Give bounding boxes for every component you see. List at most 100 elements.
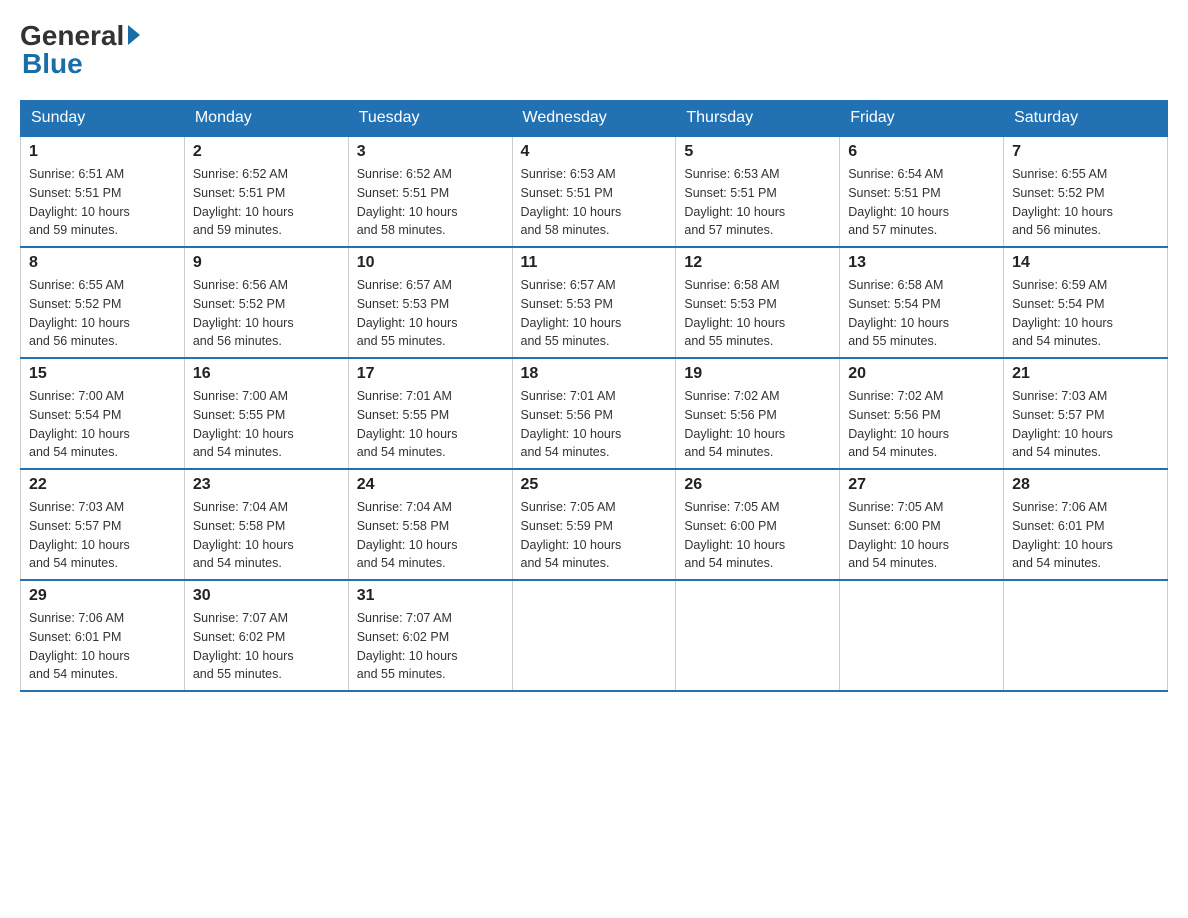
day-info: Sunrise: 7:05 AMSunset: 6:00 PMDaylight:… — [684, 498, 831, 573]
header-saturday: Saturday — [1004, 101, 1168, 137]
day-info: Sunrise: 7:04 AMSunset: 5:58 PMDaylight:… — [193, 498, 340, 573]
week-row-5: 29 Sunrise: 7:06 AMSunset: 6:01 PMDayligh… — [21, 580, 1168, 691]
calendar-cell: 9 Sunrise: 6:56 AMSunset: 5:52 PMDaylight… — [184, 247, 348, 358]
calendar-cell: 26 Sunrise: 7:05 AMSunset: 6:00 PMDayligh… — [676, 469, 840, 580]
day-number: 20 — [848, 365, 995, 383]
calendar-cell: 30Sunrise: 7:07 AMSunset: 6:02 PMDayligh… — [184, 580, 348, 691]
day-number: 19 — [684, 365, 831, 383]
calendar-cell: 5 Sunrise: 6:53 AMSunset: 5:51 PMDaylight… — [676, 136, 840, 247]
week-row-4: 22 Sunrise: 7:03 AMSunset: 5:57 PMDayligh… — [21, 469, 1168, 580]
calendar-cell: 7 Sunrise: 6:55 AMSunset: 5:52 PMDaylight… — [1004, 136, 1168, 247]
calendar-cell: 27Sunrise: 7:05 AMSunset: 6:00 PMDayligh… — [840, 469, 1004, 580]
day-info: Sunrise: 7:03 AMSunset: 5:57 PMDaylight:… — [29, 498, 176, 573]
day-number: 12 — [684, 254, 831, 272]
day-info: Sunrise: 7:00 AMSunset: 5:54 PMDaylight:… — [29, 387, 176, 462]
day-info: Sunrise: 6:57 AMSunset: 5:53 PMDaylight:… — [357, 276, 504, 351]
calendar-cell: 29 Sunrise: 7:06 AMSunset: 6:01 PMDayligh… — [21, 580, 185, 691]
day-info: Sunrise: 6:58 AMSunset: 5:54 PMDaylight:… — [848, 276, 995, 351]
calendar-cell: 12Sunrise: 6:58 AMSunset: 5:53 PMDayligh… — [676, 247, 840, 358]
day-number: 17 — [357, 365, 504, 383]
logo-blue-text: Blue — [22, 48, 83, 80]
day-number: 9 — [193, 254, 340, 272]
calendar-cell: 15 Sunrise: 7:00 AMSunset: 5:54 PMDayligh… — [21, 358, 185, 469]
day-info: Sunrise: 7:06 AMSunset: 6:01 PMDaylight:… — [29, 609, 176, 684]
calendar-cell: 2Sunrise: 6:52 AMSunset: 5:51 PMDaylight… — [184, 136, 348, 247]
day-number: 23 — [193, 476, 340, 494]
calendar-cell: 23 Sunrise: 7:04 AMSunset: 5:58 PMDayligh… — [184, 469, 348, 580]
calendar-cell: 21Sunrise: 7:03 AMSunset: 5:57 PMDayligh… — [1004, 358, 1168, 469]
calendar-cell — [1004, 580, 1168, 691]
calendar-cell: 1 Sunrise: 6:51 AMSunset: 5:51 PMDaylight… — [21, 136, 185, 247]
day-number: 24 — [357, 476, 504, 494]
day-number: 14 — [1012, 254, 1159, 272]
day-number: 28 — [1012, 476, 1159, 494]
day-info: Sunrise: 7:02 AMSunset: 5:56 PMDaylight:… — [684, 387, 831, 462]
week-row-2: 8Sunrise: 6:55 AMSunset: 5:52 PMDaylight… — [21, 247, 1168, 358]
day-number: 31 — [357, 587, 504, 605]
day-info: Sunrise: 7:00 AMSunset: 5:55 PMDaylight:… — [193, 387, 340, 462]
day-info: Sunrise: 7:01 AMSunset: 5:55 PMDaylight:… — [357, 387, 504, 462]
logo-arrow-icon — [128, 25, 140, 45]
calendar-cell — [840, 580, 1004, 691]
day-number: 2 — [193, 143, 340, 161]
day-number: 5 — [684, 143, 831, 161]
header-monday: Monday — [184, 101, 348, 137]
header-thursday: Thursday — [676, 101, 840, 137]
header-wednesday: Wednesday — [512, 101, 676, 137]
day-info: Sunrise: 6:53 AMSunset: 5:51 PMDaylight:… — [521, 165, 668, 240]
calendar-cell — [676, 580, 840, 691]
calendar-cell: 4 Sunrise: 6:53 AMSunset: 5:51 PMDaylight… — [512, 136, 676, 247]
header-sunday: Sunday — [21, 101, 185, 137]
day-number: 11 — [521, 254, 668, 272]
day-number: 8 — [29, 254, 176, 272]
calendar-cell: 31 Sunrise: 7:07 AMSunset: 6:02 PMDayligh… — [348, 580, 512, 691]
calendar-cell: 6Sunrise: 6:54 AMSunset: 5:51 PMDaylight… — [840, 136, 1004, 247]
calendar-cell: 3 Sunrise: 6:52 AMSunset: 5:51 PMDaylight… — [348, 136, 512, 247]
day-info: Sunrise: 7:05 AMSunset: 6:00 PMDaylight:… — [848, 498, 995, 573]
day-info: Sunrise: 7:05 AMSunset: 5:59 PMDaylight:… — [521, 498, 668, 573]
calendar-cell — [512, 580, 676, 691]
day-number: 4 — [521, 143, 668, 161]
day-info: Sunrise: 7:03 AMSunset: 5:57 PMDaylight:… — [1012, 387, 1159, 462]
calendar-cell: 13 Sunrise: 6:58 AMSunset: 5:54 PMDayligh… — [840, 247, 1004, 358]
page-header: General Blue — [20, 20, 1168, 80]
day-info: Sunrise: 7:07 AMSunset: 6:02 PMDaylight:… — [357, 609, 504, 684]
day-number: 15 — [29, 365, 176, 383]
day-number: 16 — [193, 365, 340, 383]
calendar-cell: 8Sunrise: 6:55 AMSunset: 5:52 PMDaylight… — [21, 247, 185, 358]
day-info: Sunrise: 6:53 AMSunset: 5:51 PMDaylight:… — [684, 165, 831, 240]
day-number: 29 — [29, 587, 176, 605]
calendar-cell: 17 Sunrise: 7:01 AMSunset: 5:55 PMDayligh… — [348, 358, 512, 469]
day-info: Sunrise: 7:02 AMSunset: 5:56 PMDaylight:… — [848, 387, 995, 462]
calendar-header-row: SundayMondayTuesdayWednesdayThursdayFrid… — [21, 101, 1168, 137]
calendar-cell: 24Sunrise: 7:04 AMSunset: 5:58 PMDayligh… — [348, 469, 512, 580]
calendar-cell: 11 Sunrise: 6:57 AMSunset: 5:53 PMDayligh… — [512, 247, 676, 358]
day-info: Sunrise: 6:57 AMSunset: 5:53 PMDaylight:… — [521, 276, 668, 351]
calendar-table: SundayMondayTuesdayWednesdayThursdayFrid… — [20, 100, 1168, 692]
calendar-cell: 22 Sunrise: 7:03 AMSunset: 5:57 PMDayligh… — [21, 469, 185, 580]
day-info: Sunrise: 6:59 AMSunset: 5:54 PMDaylight:… — [1012, 276, 1159, 351]
week-row-1: 1 Sunrise: 6:51 AMSunset: 5:51 PMDaylight… — [21, 136, 1168, 247]
day-number: 7 — [1012, 143, 1159, 161]
day-info: Sunrise: 7:01 AMSunset: 5:56 PMDaylight:… — [521, 387, 668, 462]
calendar-cell: 16 Sunrise: 7:00 AMSunset: 5:55 PMDayligh… — [184, 358, 348, 469]
day-info: Sunrise: 6:56 AMSunset: 5:52 PMDaylight:… — [193, 276, 340, 351]
day-info: Sunrise: 6:55 AMSunset: 5:52 PMDaylight:… — [1012, 165, 1159, 240]
calendar-cell: 25 Sunrise: 7:05 AMSunset: 5:59 PMDayligh… — [512, 469, 676, 580]
day-number: 6 — [848, 143, 995, 161]
logo: General Blue — [20, 20, 140, 80]
calendar-cell: 20 Sunrise: 7:02 AMSunset: 5:56 PMDayligh… — [840, 358, 1004, 469]
day-number: 1 — [29, 143, 176, 161]
header-friday: Friday — [840, 101, 1004, 137]
day-info: Sunrise: 7:06 AMSunset: 6:01 PMDaylight:… — [1012, 498, 1159, 573]
day-number: 13 — [848, 254, 995, 272]
day-number: 25 — [521, 476, 668, 494]
day-info: Sunrise: 6:51 AMSunset: 5:51 PMDaylight:… — [29, 165, 176, 240]
day-number: 18 — [521, 365, 668, 383]
day-number: 3 — [357, 143, 504, 161]
day-number: 22 — [29, 476, 176, 494]
day-info: Sunrise: 6:52 AMSunset: 5:51 PMDaylight:… — [357, 165, 504, 240]
day-number: 30 — [193, 587, 340, 605]
week-row-3: 15 Sunrise: 7:00 AMSunset: 5:54 PMDayligh… — [21, 358, 1168, 469]
day-number: 26 — [684, 476, 831, 494]
